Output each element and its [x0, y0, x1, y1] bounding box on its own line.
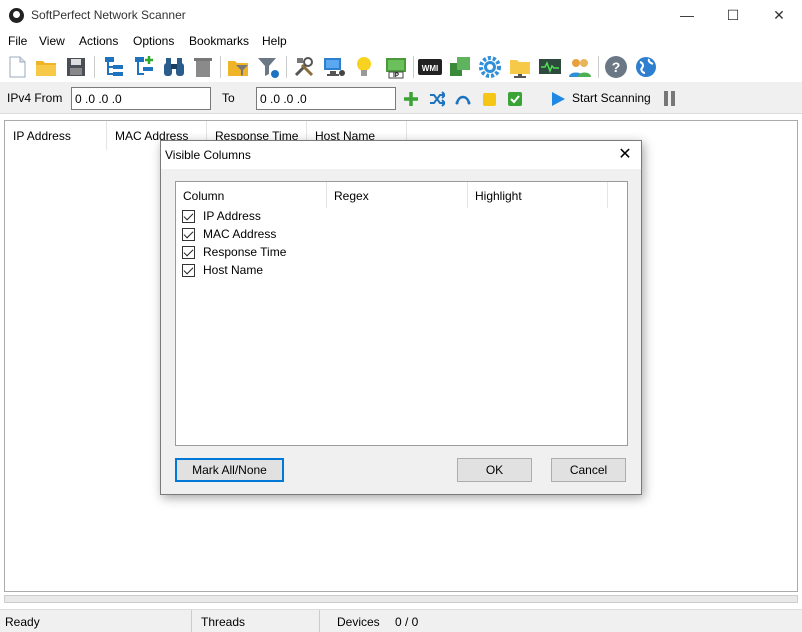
- menu-view[interactable]: View: [39, 34, 65, 48]
- close-window-button[interactable]: ✕: [756, 0, 802, 31]
- menu-options[interactable]: Options: [133, 34, 174, 48]
- ip-card-icon[interactable]: IP: [384, 55, 408, 79]
- mark-all-none-button[interactable]: Mark All/None: [175, 458, 284, 482]
- add-range-icon[interactable]: [403, 91, 419, 107]
- shuffle-icon[interactable]: [429, 91, 445, 107]
- users-icon[interactable]: [568, 55, 592, 79]
- remote-computer-icon[interactable]: [322, 55, 346, 79]
- horizontal-scrollbar[interactable]: [4, 595, 798, 603]
- add-tree-icon[interactable]: [132, 55, 156, 79]
- menu-help[interactable]: Help: [262, 34, 287, 48]
- column-row-label: Response Time: [203, 245, 287, 259]
- dialog-title-bar: Visible Columns ✕: [161, 141, 641, 169]
- toolbar-separator: [413, 56, 414, 78]
- status-text: Ready: [5, 615, 40, 629]
- ip-range-bar: IPv4 From 0 .0 .0 .0 To 0 .0 .0 .0 Start…: [0, 82, 802, 114]
- visible-columns-dialog: Visible Columns ✕ Column Regex Highlight…: [160, 140, 642, 495]
- ok-button[interactable]: OK: [457, 458, 532, 482]
- open-folder-icon[interactable]: [34, 55, 58, 79]
- toolbar: IP WMI ?: [0, 52, 802, 82]
- maximize-button[interactable]: ☐: [710, 0, 756, 31]
- response-time-checkbox[interactable]: [182, 246, 195, 259]
- to-label: To: [222, 91, 235, 105]
- toolbar-separator: [598, 56, 599, 78]
- folder-filter-icon[interactable]: [226, 55, 250, 79]
- binoculars-icon[interactable]: [162, 55, 186, 79]
- ipv4-to-input[interactable]: 0 .0 .0 .0: [256, 87, 396, 110]
- status-bar: Ready Threads Devices 0 / 0: [0, 609, 802, 632]
- menu-actions[interactable]: Actions: [79, 34, 118, 48]
- mac-address-checkbox[interactable]: [182, 228, 195, 241]
- toolbar-separator: [286, 56, 287, 78]
- app-logo-icon: [9, 8, 24, 23]
- play-icon: [552, 92, 565, 106]
- menu-bar: File View Actions Options Bookmarks Help: [0, 31, 802, 51]
- globe-icon[interactable]: [634, 55, 658, 79]
- wmi-icon[interactable]: WMI: [418, 55, 442, 79]
- column-header-column[interactable]: Column: [176, 182, 327, 208]
- minimize-button[interactable]: —: [664, 0, 710, 31]
- lightbulb-icon[interactable]: [352, 55, 376, 79]
- delete-icon[interactable]: [191, 55, 215, 79]
- filter-icon[interactable]: [256, 55, 280, 79]
- dialog-title: Visible Columns: [165, 148, 251, 162]
- tree-view-icon[interactable]: [102, 55, 126, 79]
- start-scanning-label: Start Scanning: [572, 91, 651, 105]
- arc-range-icon[interactable]: [455, 91, 471, 107]
- cancel-button[interactable]: Cancel: [551, 458, 626, 482]
- menu-bookmarks[interactable]: Bookmarks: [189, 34, 249, 48]
- column-header-regex[interactable]: Regex: [327, 182, 468, 208]
- column-header-ip[interactable]: IP Address: [5, 121, 107, 150]
- host-name-checkbox[interactable]: [182, 264, 195, 277]
- ipv4-from-label: IPv4 From: [7, 91, 63, 105]
- ipv4-from-input[interactable]: 0 .0 .0 .0: [71, 87, 211, 110]
- window-title: SoftPerfect Network Scanner: [31, 8, 186, 22]
- column-row-response-time[interactable]: Response Time: [182, 245, 382, 263]
- menu-file[interactable]: File: [8, 34, 27, 48]
- save-icon[interactable]: [64, 55, 88, 79]
- column-header-highlight[interactable]: Highlight: [468, 182, 608, 208]
- wmi-label: WMI: [422, 64, 438, 73]
- toolbar-separator: [94, 56, 95, 78]
- columns-list[interactable]: Column Regex Highlight IP Address MAC Ad…: [175, 181, 628, 446]
- ip-address-checkbox[interactable]: [182, 210, 195, 223]
- column-row-label: MAC Address: [203, 227, 277, 241]
- column-row-mac-address[interactable]: MAC Address: [182, 227, 382, 245]
- pause-icon[interactable]: [664, 91, 676, 106]
- column-row-host-name[interactable]: Host Name: [182, 263, 382, 281]
- devices-label: Devices: [337, 615, 380, 629]
- devices-count: 0 / 0: [395, 615, 419, 629]
- column-row-ip-address[interactable]: IP Address: [182, 209, 382, 227]
- tools-icon[interactable]: [292, 55, 316, 79]
- checkmark-icon[interactable]: [507, 91, 523, 107]
- svg-text:?: ?: [612, 59, 621, 75]
- shared-folder-icon[interactable]: [508, 55, 532, 79]
- new-file-icon[interactable]: [5, 55, 29, 79]
- column-row-label: IP Address: [203, 209, 261, 223]
- ip-card-label: IP: [393, 73, 399, 79]
- title-bar: SoftPerfect Network Scanner — ☐ ✕: [0, 0, 802, 31]
- dialog-close-button[interactable]: ✕: [611, 143, 639, 167]
- note-icon[interactable]: [481, 91, 497, 107]
- grid-tile-icon[interactable]: [448, 55, 472, 79]
- network-monitor-icon[interactable]: [538, 55, 562, 79]
- settings-gear-icon[interactable]: [478, 55, 502, 79]
- threads-label: Threads: [201, 615, 246, 629]
- help-icon[interactable]: ?: [604, 55, 628, 79]
- toolbar-separator: [220, 56, 221, 78]
- column-row-label: Host Name: [203, 263, 264, 277]
